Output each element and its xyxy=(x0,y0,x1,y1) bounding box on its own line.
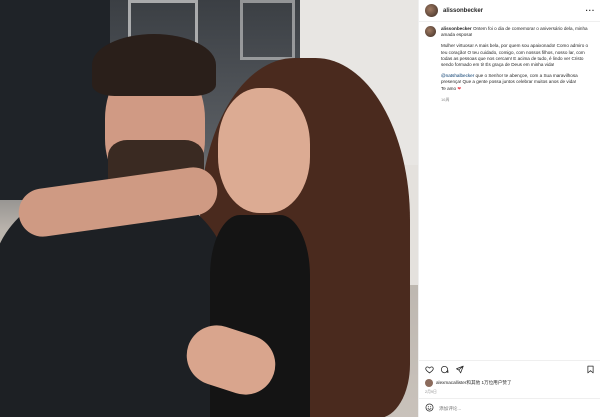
caption-closing: Te amo xyxy=(441,85,457,91)
comment-bar xyxy=(419,398,600,417)
woman-face xyxy=(218,88,310,213)
heart-icon[interactable] xyxy=(425,361,434,379)
post-header: alissonbecker ··· xyxy=(419,0,600,22)
ellipsis-icon[interactable]: ··· xyxy=(586,6,596,15)
post-sidebar: alissonbecker ··· alissonbecker Ontem fo… xyxy=(418,0,600,417)
man-hair xyxy=(92,34,216,96)
caption-username[interactable]: alissonbecker xyxy=(441,26,472,31)
heart-emoji: ❤ xyxy=(457,85,462,91)
background-window xyxy=(0,0,110,200)
post-actions xyxy=(419,360,600,378)
smiley-icon[interactable] xyxy=(425,399,434,417)
caption-paragraph-2: Mulher virtuosa! A mais bela, por quem s… xyxy=(441,43,589,68)
share-icon[interactable] xyxy=(455,361,464,379)
post-caption: alissonbecker Ontem foi o dia de comemor… xyxy=(425,26,595,103)
liked-by[interactable]: alexmacallister和其他 1万位用户赞了 xyxy=(425,378,597,388)
liked-by-text: alexmacallister和其他 1万位用户赞了 xyxy=(436,380,512,385)
author-avatar[interactable] xyxy=(425,4,438,17)
post-photo[interactable] xyxy=(0,0,418,417)
comment-icon[interactable] xyxy=(440,361,449,379)
bookmark-icon[interactable] xyxy=(586,361,595,379)
liker-avatar[interactable] xyxy=(425,379,433,387)
post-date: 2月9日 xyxy=(425,390,437,394)
comment-input[interactable] xyxy=(439,405,579,411)
caption-time-ago: 16周 xyxy=(441,96,450,102)
author-username[interactable]: alissonbecker xyxy=(443,8,483,14)
caption-avatar[interactable] xyxy=(425,26,436,37)
background-decor xyxy=(240,0,295,60)
caption-mention[interactable]: @natshalbecker xyxy=(441,73,474,78)
